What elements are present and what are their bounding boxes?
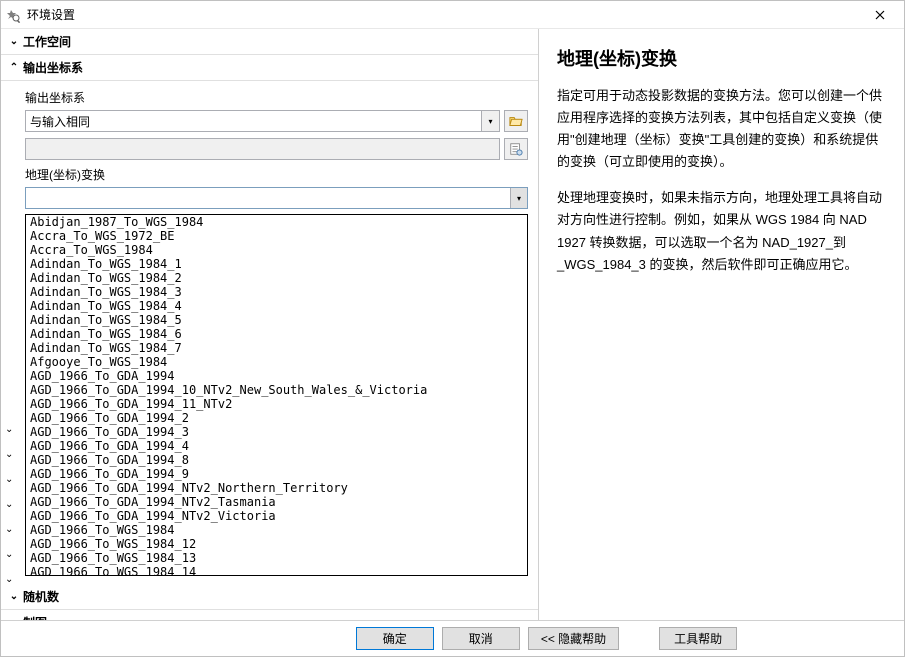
dropdown-item[interactable]: AGD_1966_To_WGS_1984 [26,523,527,537]
crs-display-field [25,138,500,160]
dropdown-item[interactable]: Abidjan_1987_To_WGS_1984 [26,215,527,229]
chevron-down-icon: ⌄ [7,617,21,620]
output-crs-body: 输出坐标系 与输入相同 ▾ 地理(坐标)变换 [1,81,538,584]
help-paragraph: 处理地理变换时，如果未指示方向，地理处理工具将自动对方向性进行控制。例如，如果从… [557,187,886,275]
hide-help-button[interactable]: << 隐藏帮助 [528,627,619,650]
dropdown-item[interactable]: Adindan_To_WGS_1984_2 [26,271,527,285]
dropdown-item[interactable]: Adindan_To_WGS_1984_7 [26,341,527,355]
app-icon [5,7,21,23]
dropdown-item[interactable]: AGD_1966_To_GDA_1994 [26,369,527,383]
section-label: 随机数 [23,588,59,605]
section-workspace[interactable]: ⌄ 工作空间 [1,29,538,55]
section-cartography[interactable]: ⌄ 制图 [1,610,538,620]
dropdown-item[interactable]: AGD_1966_To_GDA_1994_NTv2_Northern_Terri… [26,481,527,495]
tool-help-button[interactable]: 工具帮助 [659,627,737,650]
crs-properties-button[interactable] [504,138,528,160]
dropdown-item[interactable]: Adindan_To_WGS_1984_5 [26,313,527,327]
ok-button[interactable]: 确定 [356,627,434,650]
dropdown-item[interactable]: Accra_To_WGS_1984 [26,243,527,257]
dropdown-item[interactable]: AGD_1966_To_GDA_1994_8 [26,453,527,467]
cancel-button[interactable]: 取消 [442,627,520,650]
chevron-down-icon: ⌄ [7,36,21,47]
close-button[interactable] [860,1,900,28]
help-title: 地理(坐标)变换 [557,45,886,71]
help-pane: 地理(坐标)变换 指定可用于动态投影数据的变换方法。您可以创建一个供应用程序选择… [539,29,904,620]
dropdown-item[interactable]: Adindan_To_WGS_1984_6 [26,327,527,341]
titlebar: 环境设置 [1,1,904,29]
dropdown-item[interactable]: AGD_1966_To_WGS_1984_13 [26,551,527,565]
dropdown-arrow-icon[interactable]: ▾ [510,188,527,208]
geo-transform-label: 地理(坐标)变换 [25,166,528,183]
dropdown-item[interactable]: Afgooye_To_WGS_1984 [26,355,527,369]
dropdown-item[interactable]: AGD_1966_To_GDA_1994_3 [26,425,527,439]
section-label: 制图 [23,614,47,620]
output-crs-label: 输出坐标系 [25,89,528,106]
environment-settings-dialog: 环境设置 ⌄ 工作空间 ⌃ 输出坐标系 输出坐标系 与输入相同 ▾ [0,0,905,657]
dropdown-item[interactable]: AGD_1966_To_WGS_1984_14 [26,565,527,576]
section-random[interactable]: ⌄ 随机数 [1,584,538,610]
dialog-footer: 确定 取消 << 隐藏帮助 工具帮助 [1,620,904,656]
settings-tree-pane: ⌄ 工作空间 ⌃ 输出坐标系 输出坐标系 与输入相同 ▾ [1,29,539,620]
dropdown-item[interactable]: AGD_1966_To_GDA_1994_11_NTv2 [26,397,527,411]
dropdown-item[interactable]: AGD_1966_To_GDA_1994_2 [26,411,527,425]
window-title: 环境设置 [27,6,860,23]
dropdown-item[interactable]: Adindan_To_WGS_1984_4 [26,299,527,313]
chevron-down-icon: ⌄ [7,591,21,602]
dropdown-item[interactable]: AGD_1966_To_GDA_1994_10_NTv2_New_South_W… [26,383,527,397]
dropdown-item[interactable]: AGD_1966_To_GDA_1994_NTv2_Tasmania [26,495,527,509]
dropdown-item[interactable]: Adindan_To_WGS_1984_1 [26,257,527,271]
help-paragraph: 指定可用于动态投影数据的变换方法。您可以创建一个供应用程序选择的变换方法列表，其… [557,85,886,173]
dropdown-item[interactable]: AGD_1966_To_GDA_1994_9 [26,467,527,481]
dropdown-item[interactable]: AGD_1966_To_GDA_1994_NTv2_Victoria [26,509,527,523]
dropdown-item[interactable]: Adindan_To_WGS_1984_3 [26,285,527,299]
select-value: 与输入相同 [30,113,90,130]
chevron-up-icon: ⌃ [7,62,21,73]
geo-transform-input[interactable] [25,187,528,209]
section-label: 输出坐标系 [23,59,83,76]
dropdown-item[interactable]: AGD_1966_To_WGS_1984_12 [26,537,527,551]
output-crs-select[interactable]: 与输入相同 ▾ [25,110,500,132]
dropdown-item[interactable]: Accra_To_WGS_1972_BE [26,229,527,243]
dropdown-arrow-icon[interactable]: ▾ [481,111,499,131]
section-output-crs[interactable]: ⌃ 输出坐标系 [1,55,538,81]
dropdown-item[interactable]: AGD_1966_To_GDA_1994_4 [26,439,527,453]
browse-button[interactable] [504,110,528,132]
geo-transform-dropdown[interactable]: Abidjan_1987_To_WGS_1984Accra_To_WGS_197… [25,214,528,576]
section-label: 工作空间 [23,33,71,50]
